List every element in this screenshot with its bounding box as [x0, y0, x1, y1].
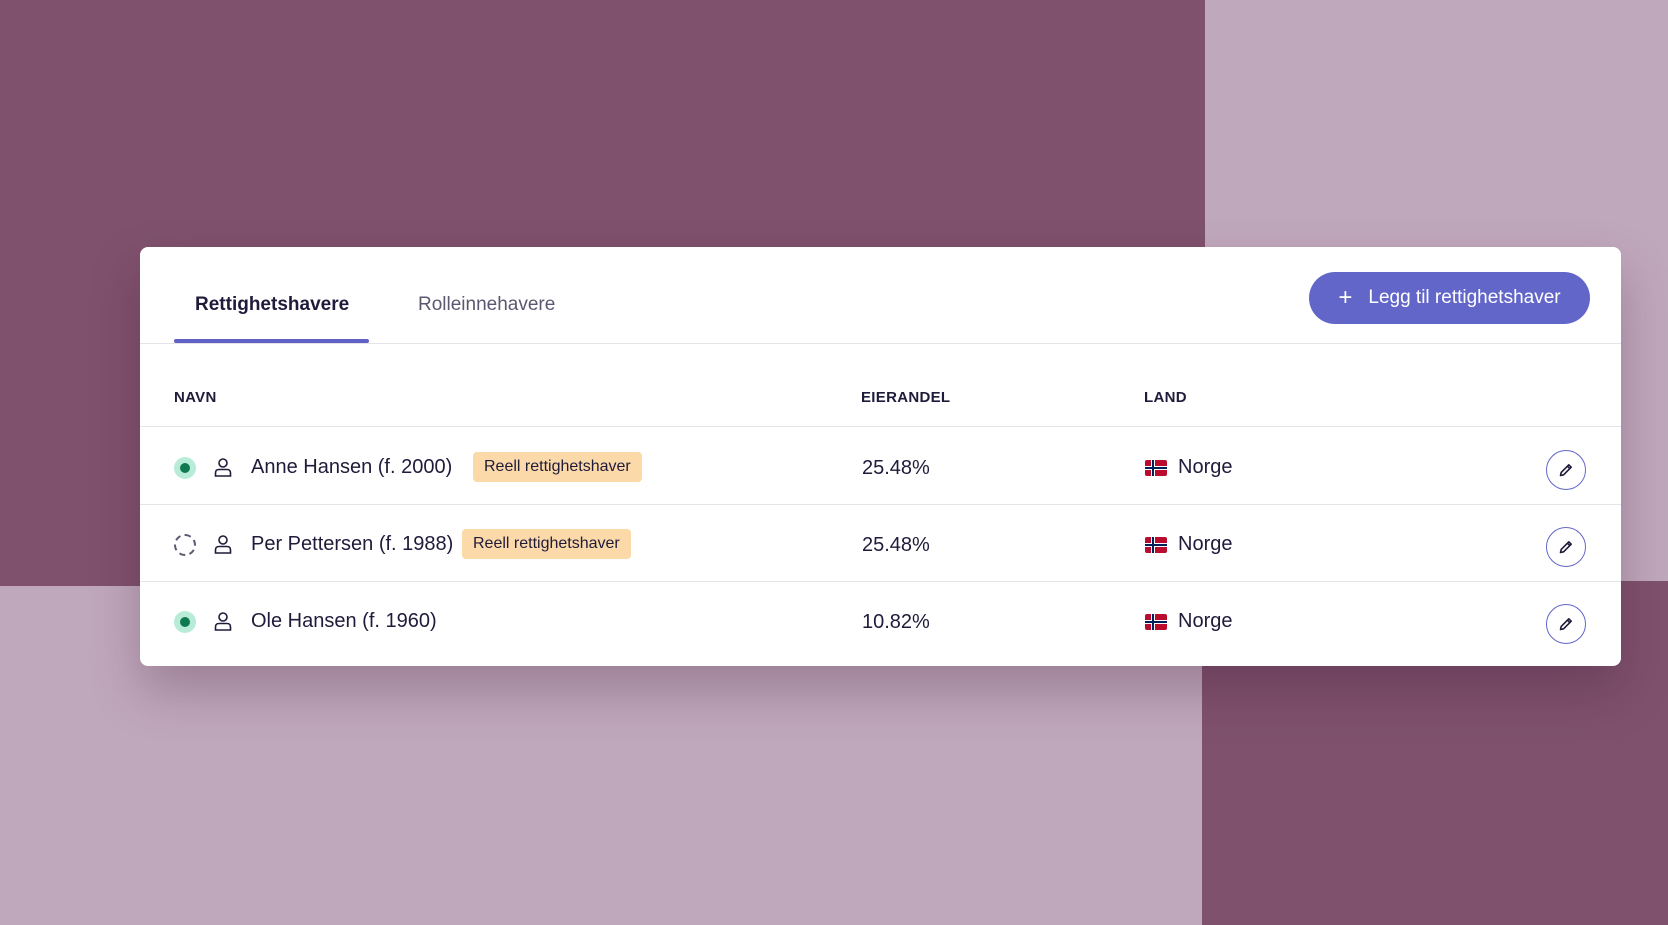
country-name: Norge [1178, 456, 1233, 478]
norway-flag-icon [1145, 614, 1167, 630]
table-row: Anne Hansen (f. 2000) Reell rettighetsha… [140, 428, 1621, 505]
person-name: Ole Hansen (f. 1960) [251, 610, 437, 632]
beneficial-owner-badge: Reell rettighetshaver [462, 529, 631, 559]
pencil-icon [1559, 541, 1572, 554]
person-icon [214, 612, 232, 631]
active-tab-indicator [174, 339, 369, 343]
beneficial-owner-badge: Reell rettighetshaver [473, 452, 642, 482]
add-rettighetshaver-button[interactable]: + Legg til rettighetshaver [1309, 272, 1590, 324]
tab-rettighetshavere[interactable]: Rettighetshavere [195, 294, 349, 316]
table-header: NAVN EIERANDEL LAND [140, 344, 1621, 427]
person-icon [214, 458, 232, 477]
edit-button[interactable] [1546, 604, 1586, 644]
ownership-card: Rettighetshavere Rolleinnehavere + Legg … [140, 247, 1621, 666]
country-name: Norge [1178, 610, 1233, 632]
country-name: Norge [1178, 533, 1233, 555]
person-icon [214, 535, 232, 554]
person-name: Anne Hansen (f. 2000) [251, 456, 453, 478]
table-row: Per Pettersen (f. 1988) Reell rettighets… [140, 505, 1621, 582]
pencil-icon [1559, 464, 1572, 477]
table-row: Ole Hansen (f. 1960) 10.82% Norge [140, 582, 1621, 659]
person-name: Per Pettersen (f. 1988) [251, 533, 454, 555]
edit-button[interactable] [1546, 527, 1586, 567]
tab-rolleinnehavere[interactable]: Rolleinnehavere [418, 294, 555, 316]
column-header-name: NAVN [174, 389, 217, 406]
plus-icon: + [1338, 284, 1353, 311]
norway-flag-icon [1145, 460, 1167, 476]
tab-bar: Rettighetshavere Rolleinnehavere + Legg … [140, 247, 1621, 344]
add-button-label: Legg til rettighetshaver [1368, 287, 1561, 308]
norway-flag-icon [1145, 537, 1167, 553]
ownership-share: 10.82% [862, 611, 930, 633]
ownership-share: 25.48% [862, 457, 930, 479]
status-incomplete-icon [174, 534, 196, 556]
status-complete-icon [174, 457, 196, 479]
status-complete-icon [174, 611, 196, 633]
pencil-icon [1559, 618, 1572, 631]
ownership-share: 25.48% [862, 534, 930, 556]
column-header-country: LAND [1144, 389, 1187, 406]
edit-button[interactable] [1546, 450, 1586, 490]
column-header-share: EIERANDEL [861, 389, 951, 406]
